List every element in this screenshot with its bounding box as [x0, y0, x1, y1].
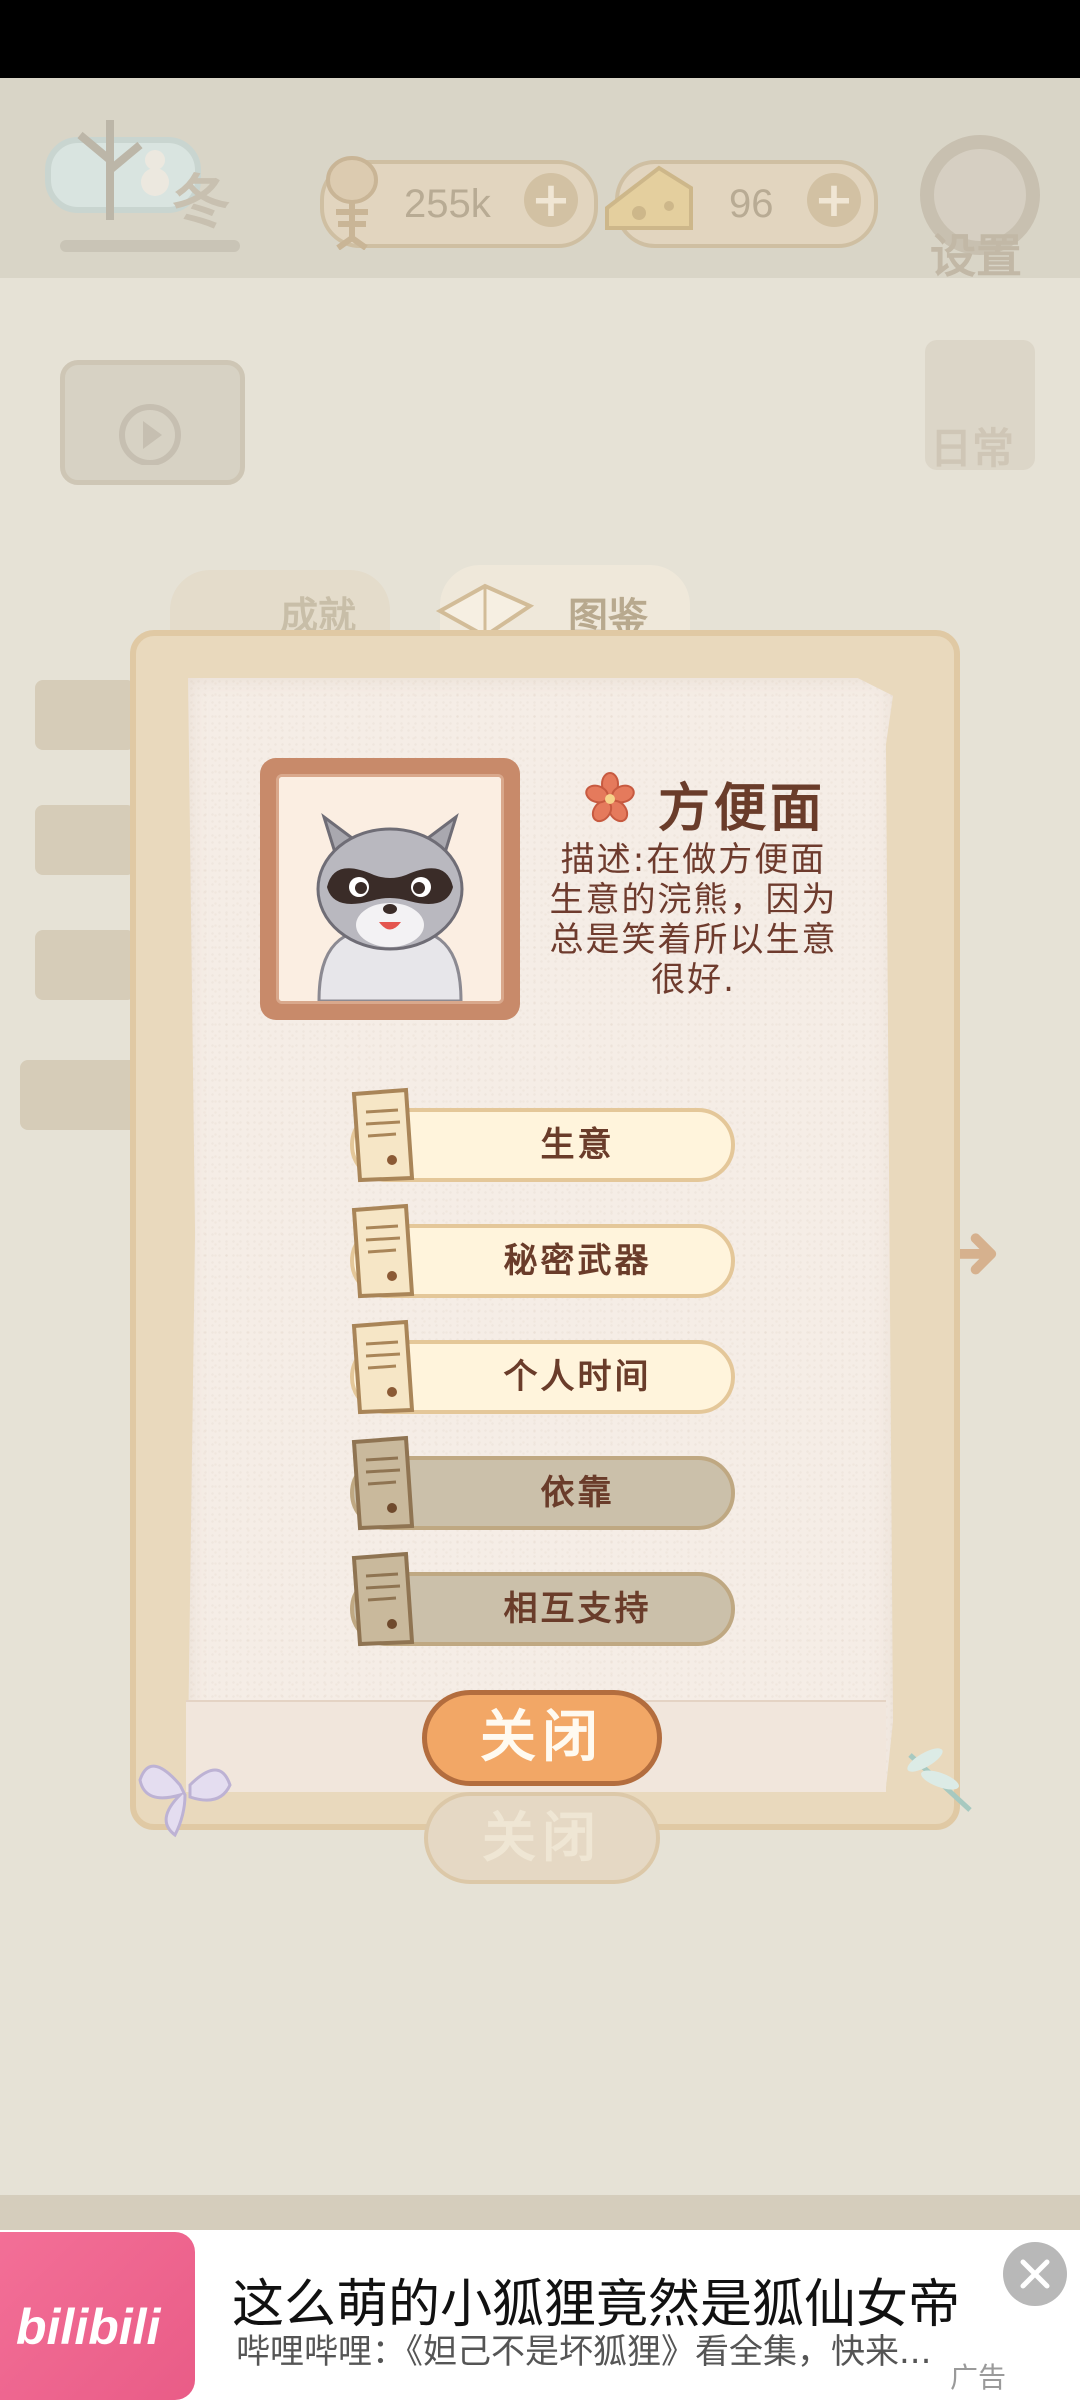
scroll-icon — [351, 1087, 415, 1183]
story-button-business[interactable]: 生意 — [350, 1087, 735, 1183]
story-button-personal-time[interactable]: 个人时间 — [350, 1319, 735, 1415]
video-reward-button[interactable] — [60, 360, 245, 485]
ad-subtitle[interactable]: 哔哩哔哩：《妲己不是坏狐狸》看全集，快来... — [236, 2324, 1056, 2373]
character-name: 方便面 — [658, 779, 827, 839]
ad-tag: 广告 — [950, 2361, 1007, 2394]
flower-icon — [585, 772, 635, 823]
winter-season-icon — [45, 120, 201, 220]
side-tab-pencil[interactable] — [35, 930, 135, 1000]
story-button-mutual-support[interactable]: 相互支持 — [350, 1551, 735, 1647]
bottom-nav-dimmed — [0, 2195, 1080, 2235]
cheese-currency[interactable]: 96 + — [605, 160, 878, 248]
settings-label: 设置 — [930, 229, 1022, 283]
scroll-icon — [351, 1319, 415, 1415]
close-button[interactable]: 关闭 — [422, 1690, 662, 1786]
raccoon-portrait — [276, 774, 504, 1004]
add-cheese-button[interactable]: + — [807, 173, 861, 227]
status-bar — [0, 0, 1080, 78]
close-icon[interactable] — [1003, 2242, 1067, 2306]
scroll-icon — [351, 1203, 415, 1299]
fishbone-icon — [326, 156, 378, 250]
fish-amount: 255k — [404, 182, 491, 226]
close-button-shadow: 关闭 — [424, 1792, 660, 1884]
story-label: 个人时间 — [503, 1357, 652, 1397]
story-label: 生意 — [540, 1125, 615, 1165]
side-tab-letter[interactable] — [35, 805, 135, 875]
side-tab-flower[interactable] — [35, 680, 135, 750]
play-video-icon — [119, 404, 181, 465]
story-button-secret-weapon[interactable]: 秘密武器 — [350, 1203, 735, 1299]
add-fish-button[interactable]: + — [524, 173, 578, 227]
cheese-amount: 96 — [729, 182, 774, 226]
butterfly-icon — [138, 1764, 232, 1838]
fish-currency[interactable]: 255k + — [320, 156, 598, 250]
ad-brand: bilibili — [16, 2299, 161, 2355]
raccoon-icon — [279, 777, 501, 1001]
season-indicator — [40, 100, 270, 250]
season-label: 冬 — [172, 168, 231, 236]
story-label: 依靠 — [540, 1473, 615, 1513]
locked-scroll-icon — [351, 1435, 415, 1531]
story-label: 秘密武器 — [503, 1241, 652, 1281]
story-button-reliance[interactable]: 依靠 — [350, 1435, 735, 1531]
dragonfly-icon — [907, 1748, 972, 1812]
ad-close-icon — [1020, 2259, 1050, 2289]
locked-scroll-icon — [351, 1551, 415, 1647]
daily-label: 日常 — [930, 424, 1015, 473]
season-progress — [60, 240, 240, 252]
story-label: 相互支持 — [503, 1589, 652, 1629]
character-description: 描述:在做方便面生意的浣熊，因为总是笑着所以生意很好. — [549, 840, 838, 1000]
cheese-icon — [605, 165, 693, 230]
